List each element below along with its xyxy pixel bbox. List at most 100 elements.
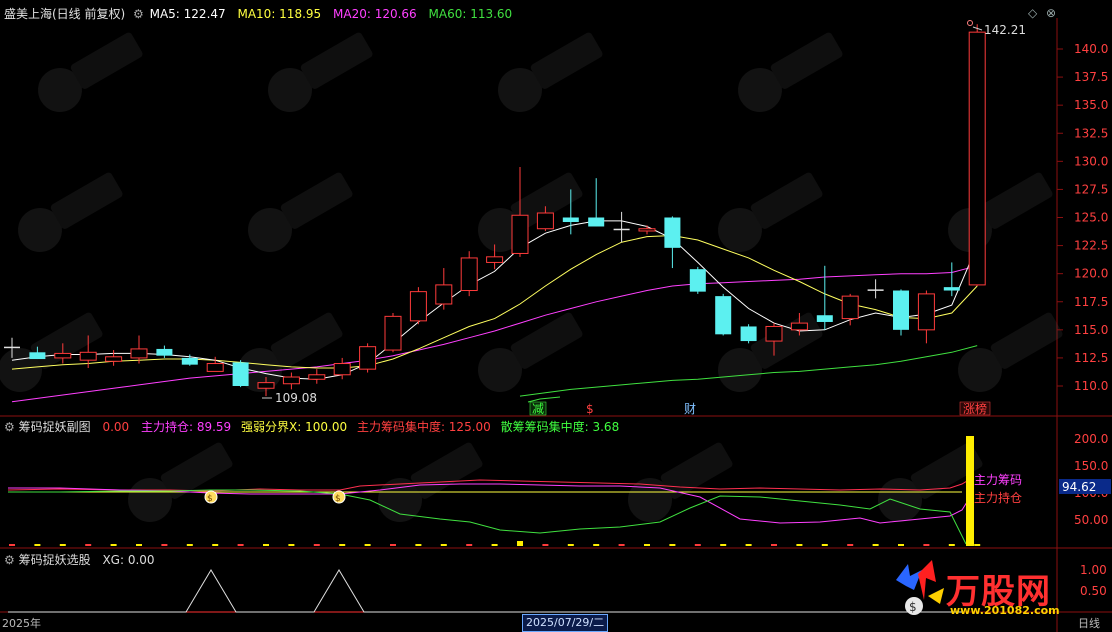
chart-title[interactable]: 盛美上海(日线 前复权) — [4, 7, 125, 21]
sub1-small-bar — [110, 544, 117, 546]
sub1-small-bar — [974, 544, 981, 546]
candle — [613, 211, 630, 243]
main-legend: 盛美上海(日线 前复权) ⚙ MA5: 122.47 MA10: 118.95 … — [4, 5, 512, 22]
watermark-block — [980, 172, 1053, 229]
watermark-block — [750, 312, 823, 369]
sub1-small-bar — [491, 544, 498, 546]
candle — [156, 345, 173, 358]
sub1-small-bar — [313, 544, 320, 546]
watermark-block — [280, 172, 353, 229]
sub2-title[interactable]: 筹码捉妖选股 — [19, 553, 91, 567]
sub2-gear-icon[interactable]: ⚙ — [4, 553, 15, 567]
sub1-item-main-chip: 主力筹码集中度: 125.00 — [356, 420, 491, 434]
candle-body — [790, 322, 808, 331]
candle — [917, 290, 935, 344]
sub1-small-bar — [796, 544, 803, 546]
candle-body — [29, 352, 46, 360]
candle — [435, 268, 453, 310]
candle — [740, 324, 757, 344]
footer-period[interactable]: 日线 — [1078, 615, 1100, 631]
settings-gear-icon[interactable]: ⚙ — [133, 7, 144, 21]
watermark-block — [70, 32, 143, 89]
watermark — [958, 312, 1063, 392]
candle-body — [156, 348, 173, 356]
sub1-small-bar — [821, 544, 828, 546]
sub1-small-bar — [720, 544, 727, 546]
sub1-small-bar — [542, 544, 549, 546]
low-marker-label: 109.08 — [275, 391, 317, 405]
candle-body — [54, 352, 72, 359]
sub2-legend: ⚙ 筹码捉妖选股 XG: 0.00 — [4, 551, 155, 568]
sub1-axis-150: 150.0 — [1074, 459, 1108, 473]
sub1-gear-icon[interactable]: ⚙ — [4, 420, 15, 434]
candle — [232, 360, 249, 388]
sub1-item-main-hold: 主力持仓: 89.59 — [140, 420, 232, 434]
sub1-small-bar — [948, 544, 955, 546]
candle-body — [740, 326, 757, 342]
watermark-block — [770, 32, 843, 89]
sub1-small-bar — [466, 544, 473, 546]
sub1-small-bar — [618, 544, 625, 546]
candle-body — [181, 357, 198, 365]
event-cai: 财 — [684, 402, 696, 416]
candle-body — [105, 356, 123, 362]
sub1-small-bar — [923, 544, 930, 546]
watermark — [248, 172, 353, 252]
sub2-xg: XG: 0.00 — [102, 553, 155, 567]
candle — [841, 293, 859, 326]
candle — [715, 293, 732, 336]
sub1-small-bar — [847, 544, 854, 546]
watermark-block — [990, 312, 1063, 369]
svg-text:$: $ — [207, 494, 213, 504]
sub1-small-bar — [440, 544, 447, 546]
candle-body — [917, 293, 935, 331]
sub1-small-bar — [263, 544, 269, 546]
sub1-small-bar — [771, 544, 777, 546]
candle-body — [765, 325, 783, 342]
cursor-date: 2025/07/29/二 — [522, 614, 609, 632]
watermark — [738, 32, 843, 112]
close-icon[interactable]: ⊗ — [1046, 6, 1056, 20]
sub1-title[interactable]: 筹码捉妖副图 — [19, 420, 91, 434]
price-tick-label: 140.0 — [1074, 42, 1108, 56]
candle — [638, 225, 656, 235]
ma10-label: MA10: 118.95 — [237, 7, 322, 21]
chart-canvas[interactable]: 140.0 137.5 135.0 132.5 130.0 127.5 125.0 122.5… — [0, 0, 1112, 632]
watermark-block — [750, 172, 823, 229]
candle-body — [232, 362, 249, 386]
sub1-small-bar — [745, 544, 752, 546]
event-jian: 减 — [532, 402, 544, 416]
candle-body — [588, 217, 605, 227]
sub1-item-retail-chip: 散筹筹码集中度: 3.68 — [500, 420, 620, 434]
candle-body — [536, 212, 554, 230]
event-markers[interactable]: 减 $ 财 涨榜 — [529, 401, 991, 416]
candle-body — [282, 376, 300, 385]
candle-body — [486, 256, 504, 263]
candle-body — [4, 346, 20, 349]
watermark-block — [30, 312, 103, 369]
restore-icon[interactable]: ◇ — [1028, 6, 1037, 20]
price-tick-label: 130.0 — [1074, 154, 1108, 168]
price-tick-label: 125.0 — [1074, 211, 1108, 225]
sub1-small-bar — [415, 544, 422, 546]
candle — [664, 216, 681, 269]
low-marker: 109.08 — [262, 391, 317, 405]
sub1-annot-main-chip: 主力筹码 — [974, 473, 1022, 487]
sub1-small-bar — [161, 544, 168, 546]
sub1-small-bar — [212, 544, 219, 546]
watermark-block — [50, 172, 123, 229]
watermark — [38, 32, 143, 112]
sub1-small-bar — [390, 544, 396, 546]
sub1-legend: ⚙ 筹码捉妖副图 0.00 主力持仓: 89.59 强弱分界X: 100.00 … — [4, 418, 619, 435]
brand-url: www.201082.com — [950, 604, 1060, 617]
price-tick-label: 122.5 — [1074, 239, 1108, 253]
watermark-layer — [0, 32, 1063, 522]
candle-body — [130, 348, 148, 359]
candle-body — [893, 290, 909, 330]
candle-body — [308, 374, 326, 380]
high-marker-label: 142.21 — [984, 23, 1026, 37]
candle-body — [968, 31, 986, 286]
candle — [282, 372, 300, 390]
candle — [409, 287, 427, 325]
candle-body — [664, 217, 681, 248]
